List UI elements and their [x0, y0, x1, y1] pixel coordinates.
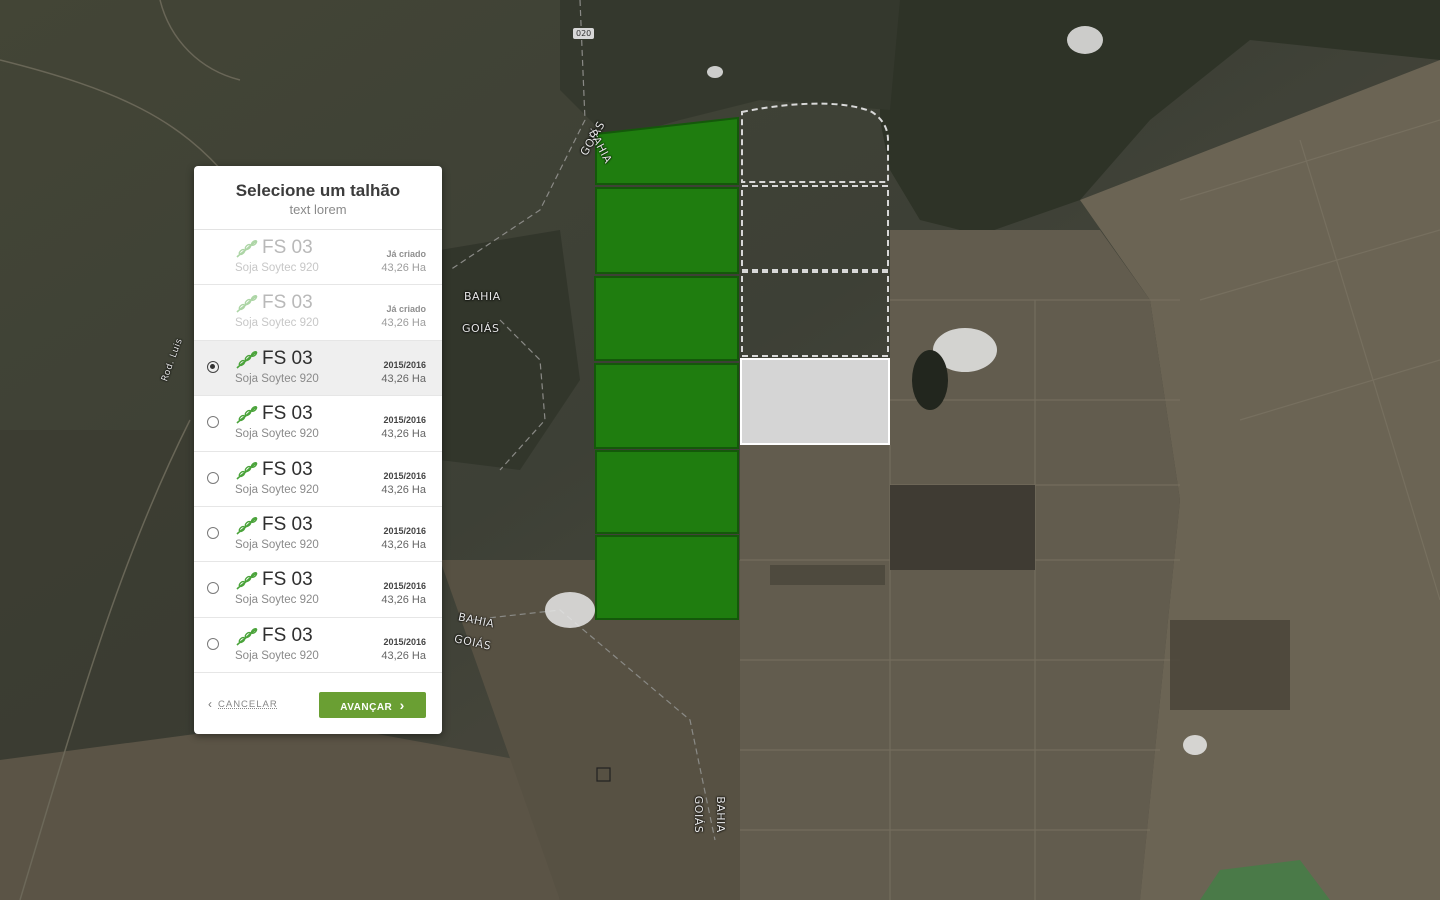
- field-name: FS 03: [262, 624, 313, 646]
- field-area: 43,26 Ha: [381, 317, 426, 330]
- field-crop: Soja Soytec 920: [235, 372, 319, 385]
- field-season: 2015/2016: [383, 470, 426, 481]
- next-button[interactable]: AVANÇAR ›: [319, 692, 426, 718]
- field-crop: Soja Soytec 920: [235, 483, 319, 496]
- field-area: 43,26 Ha: [381, 483, 426, 496]
- field-area: 43,26 Ha: [381, 428, 426, 441]
- radio-button[interactable]: [207, 582, 219, 595]
- field-season: 2015/2016: [383, 359, 426, 370]
- next-label: AVANÇAR: [340, 702, 393, 713]
- field-season: 2015/2016: [383, 636, 426, 647]
- field-list-item[interactable]: FS 03 Soja Soytec 920 2015/2016 43,26 Ha: [194, 340, 442, 397]
- leaf-icon: [235, 405, 259, 425]
- field-list-item[interactable]: FS 03 Soja Soytec 920 2015/2016 43,26 Ha: [194, 452, 442, 507]
- field-crop: Soja Soytec 920: [235, 594, 319, 607]
- field-name: FS 03: [262, 237, 313, 258]
- field-area: 43,26 Ha: [381, 262, 426, 274]
- leaf-icon: [235, 239, 259, 259]
- field-list-item: FS 03 Soja Soytec 920 Já criado 43,26 Ha: [194, 230, 442, 286]
- field-list-item[interactable]: FS 03 Soja Soytec 920 2015/2016 43,26 Ha: [194, 396, 442, 452]
- radio-button[interactable]: [207, 637, 219, 650]
- leaf-icon: [235, 516, 259, 536]
- leaf-icon: [235, 350, 259, 370]
- map-label: BAHIA: [464, 290, 501, 303]
- field-season: Já criado: [386, 304, 426, 315]
- field-season: 2015/2016: [383, 415, 426, 426]
- radio-button[interactable]: [207, 360, 219, 373]
- field-select-panel: Selecione um talhão text lorem FS 03 Soja…: [194, 166, 442, 734]
- chevron-right-icon: ›: [399, 697, 405, 713]
- map-label: GOIÁS: [462, 322, 500, 335]
- field-season: 2015/2016: [383, 525, 426, 536]
- radio-button[interactable]: [207, 471, 219, 484]
- field-list-item: FS 03 Soja Soytec 920 Já criado 43,26 Ha: [194, 285, 442, 341]
- field-name: FS 03: [262, 513, 313, 535]
- field-crop: Soja Soytec 920: [235, 428, 319, 441]
- field-name: FS 03: [262, 569, 313, 591]
- panel-header: Selecione um talhão text lorem: [194, 166, 442, 230]
- field-name: FS 03: [262, 403, 313, 425]
- leaf-icon: [235, 461, 259, 481]
- field-crop: Soja Soytec 920: [235, 317, 319, 330]
- cancel-label: CANCELAR: [218, 699, 278, 710]
- field-name: FS 03: [262, 292, 313, 314]
- panel-subtitle: text lorem: [289, 202, 347, 217]
- cancel-button[interactable]: ‹ CANCELAR: [208, 697, 278, 711]
- road-shield: 020: [573, 28, 595, 39]
- leaf-icon: [235, 571, 259, 591]
- field-list-item[interactable]: FS 03 Soja Soytec 920 2015/2016 43,26 Ha: [194, 562, 442, 618]
- map-label: BAHIA: [713, 796, 727, 833]
- field-list-item[interactable]: FS 03 Soja Soytec 920 2015/2016 43,26 Ha: [194, 507, 442, 563]
- chevron-left-icon: ‹: [208, 697, 213, 711]
- field-crop: Soja Soytec 920: [235, 538, 319, 551]
- field-season: Já criado: [386, 249, 426, 259]
- map-label: GOIÁS: [692, 795, 706, 834]
- field-list: FS 03 Soja Soytec 920 Já criado 43,26 Ha FS …: [194, 230, 442, 674]
- field-crop: Soja Soytec 920: [235, 262, 319, 274]
- field-area: 43,26 Ha: [381, 372, 426, 385]
- field-area: 43,26 Ha: [381, 594, 426, 607]
- panel-title: Selecione um talhão: [235, 181, 401, 200]
- field-name: FS 03: [262, 458, 313, 480]
- field-name: FS 03: [262, 347, 313, 369]
- leaf-icon: [235, 627, 259, 647]
- field-area: 43,26 Ha: [381, 538, 426, 551]
- leaf-icon: [235, 294, 259, 314]
- field-area: 43,26 Ha: [381, 649, 426, 662]
- radio-button[interactable]: [207, 526, 219, 539]
- field-crop: Soja Soytec 920: [235, 649, 319, 662]
- radio-button[interactable]: [207, 416, 219, 429]
- field-season: 2015/2016: [383, 581, 426, 592]
- panel-footer: ‹ CANCELAR AVANÇAR ›: [194, 678, 442, 734]
- field-list-item[interactable]: FS 03 Soja Soytec 920 2015/2016 43,26 Ha: [194, 618, 442, 674]
